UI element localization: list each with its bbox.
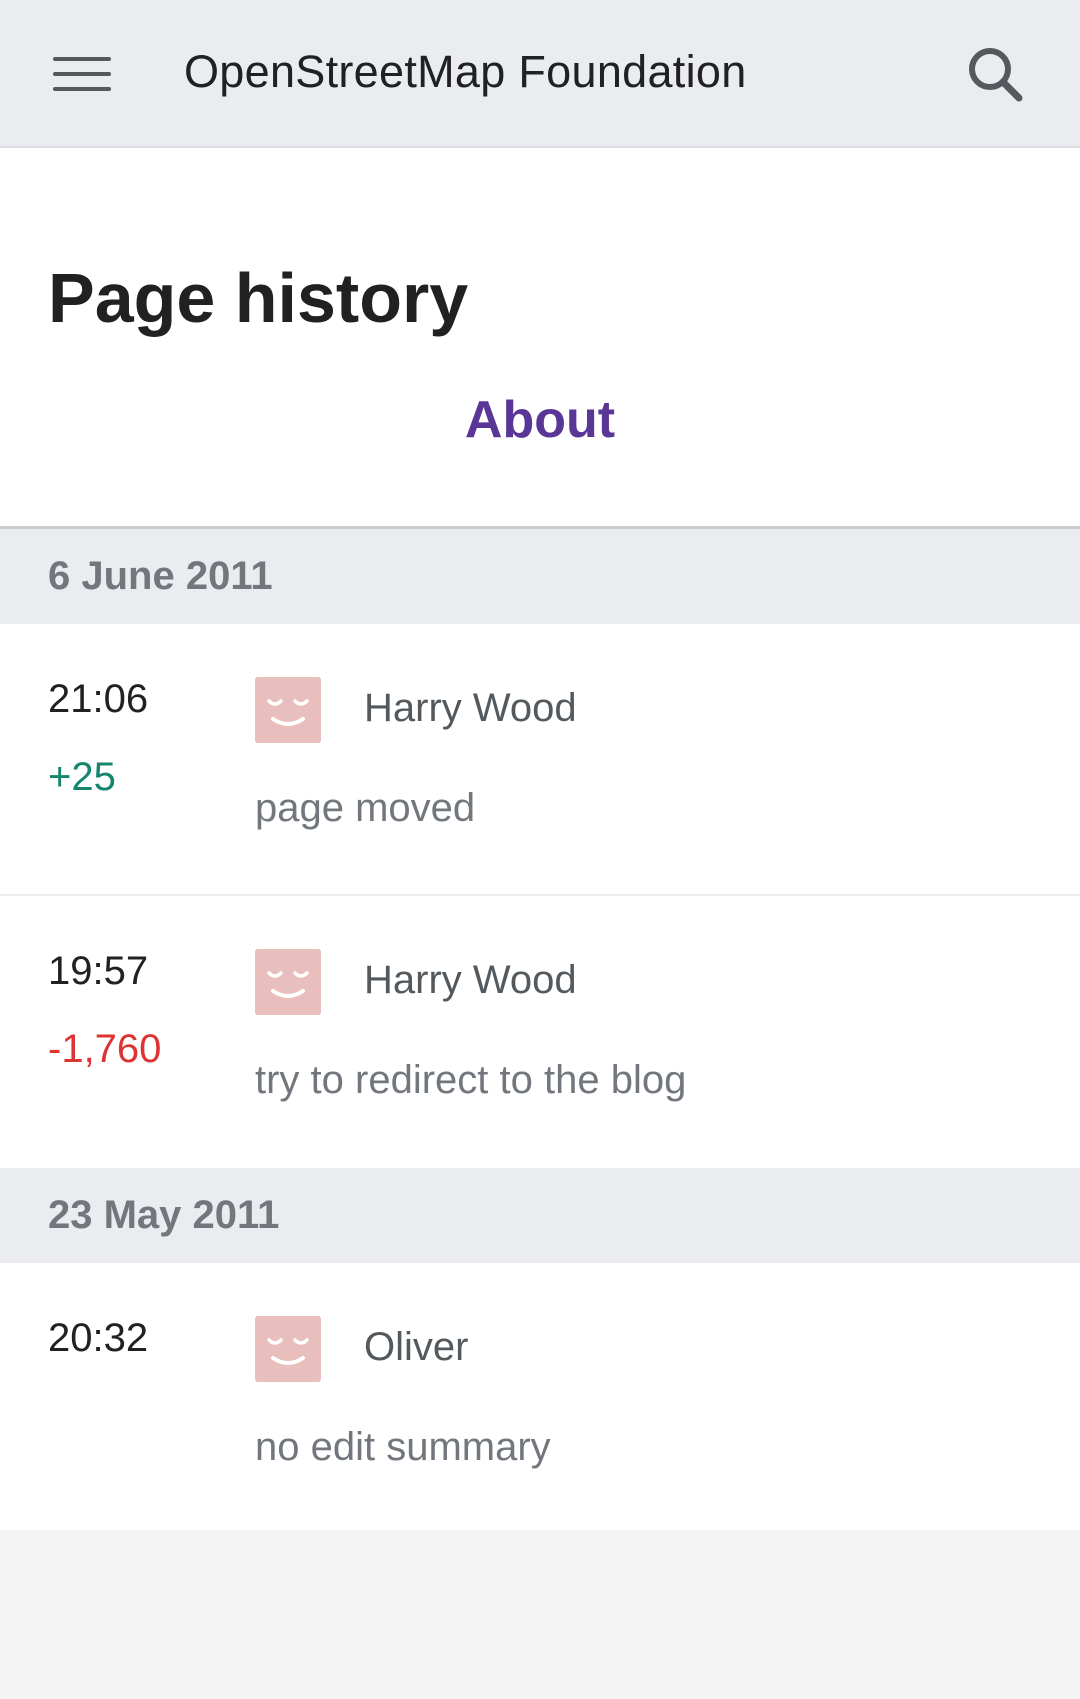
- user-avatar-icon: [255, 1316, 321, 1382]
- search-icon: [969, 48, 1023, 102]
- entry-time[interactable]: 19:57: [48, 946, 148, 996]
- entry-size-diff: +25: [48, 755, 116, 799]
- history-list: 6 June 2011 21:06 +25 Harry Wood page mo…: [0, 529, 1080, 1530]
- date-header: 6 June 2011: [0, 529, 1080, 624]
- entry-summary: no edit summary: [255, 1425, 551, 1469]
- search-button[interactable]: [950, 34, 1040, 114]
- page-heading-section: Page history About: [0, 148, 1080, 529]
- entry-username[interactable]: Oliver: [364, 1319, 468, 1375]
- entry-username[interactable]: Harry Wood: [364, 952, 577, 1008]
- top-bar: OpenStreetMap Foundation: [0, 0, 1080, 148]
- site-title[interactable]: OpenStreetMap Foundation: [184, 42, 747, 102]
- date-header: 23 May 2011: [0, 1168, 1080, 1263]
- page-title: Page history: [48, 259, 469, 337]
- entry-time[interactable]: 21:06: [48, 674, 148, 724]
- history-entry[interactable]: 19:57 -1,760 Harry Wood try to redirect …: [0, 896, 1080, 1168]
- main-menu-button[interactable]: [40, 34, 124, 114]
- user-avatar-icon: [255, 949, 321, 1015]
- user-avatar-icon: [255, 677, 321, 743]
- history-entry[interactable]: 21:06 +25 Harry Wood page moved: [0, 624, 1080, 896]
- entry-summary: try to redirect to the blog: [255, 1058, 687, 1102]
- history-entry[interactable]: 20:32 Oliver no edit summary: [0, 1263, 1080, 1530]
- entry-username[interactable]: Harry Wood: [364, 680, 577, 736]
- entry-size-diff: -1,760: [48, 1027, 162, 1071]
- entry-summary: page moved: [255, 786, 476, 830]
- subject-page-link[interactable]: About: [0, 388, 1080, 452]
- entry-time[interactable]: 20:32: [48, 1313, 148, 1363]
- hamburger-menu-icon: [53, 46, 111, 102]
